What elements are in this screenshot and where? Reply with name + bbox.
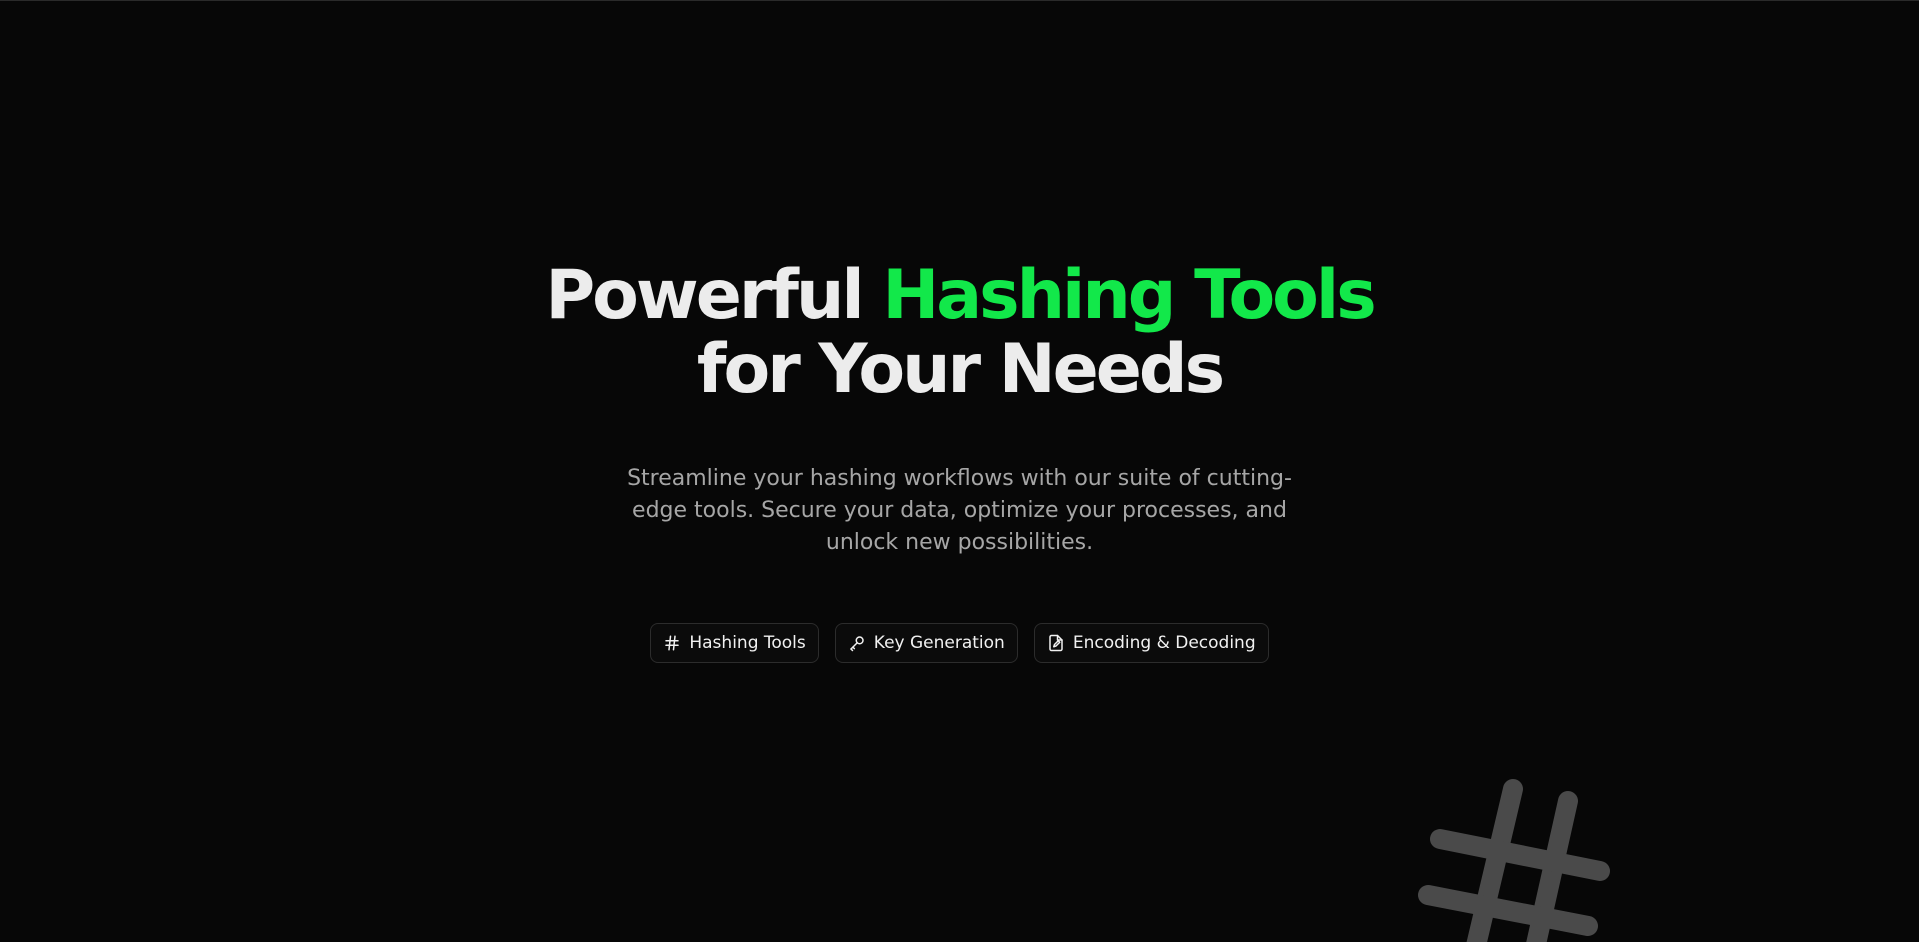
hashing-tools-label: Hashing Tools [689,633,806,653]
decorative-hash-icon [1400,771,1620,942]
key-generation-label: Key Generation [873,633,1005,653]
headline-part1: Powerful [545,256,883,335]
hero-section: Powerful Hashing Tools for Your Needs St… [0,259,1919,663]
hashing-tools-button[interactable]: Hashing Tools [650,623,819,663]
headline-accent: Hashing Tools [882,256,1376,335]
file-edit-icon [1047,634,1065,652]
headline-part2: for Your Needs [696,330,1225,409]
landing-page: Powerful Hashing Tools for Your Needs St… [0,0,1919,942]
encoding-decoding-button[interactable]: Encoding & Decoding [1033,623,1269,663]
encoding-decoding-label: Encoding & Decoding [1072,633,1256,653]
feature-pills: Hashing Tools Key Generation Encoding & … [0,623,1919,663]
key-icon [848,634,866,652]
hash-icon [663,634,681,652]
hero-subtitle: Streamline your hashing workflows with o… [627,466,1292,555]
page-title: Powerful Hashing Tools for Your Needs [0,259,1919,407]
key-generation-button[interactable]: Key Generation [834,623,1018,663]
